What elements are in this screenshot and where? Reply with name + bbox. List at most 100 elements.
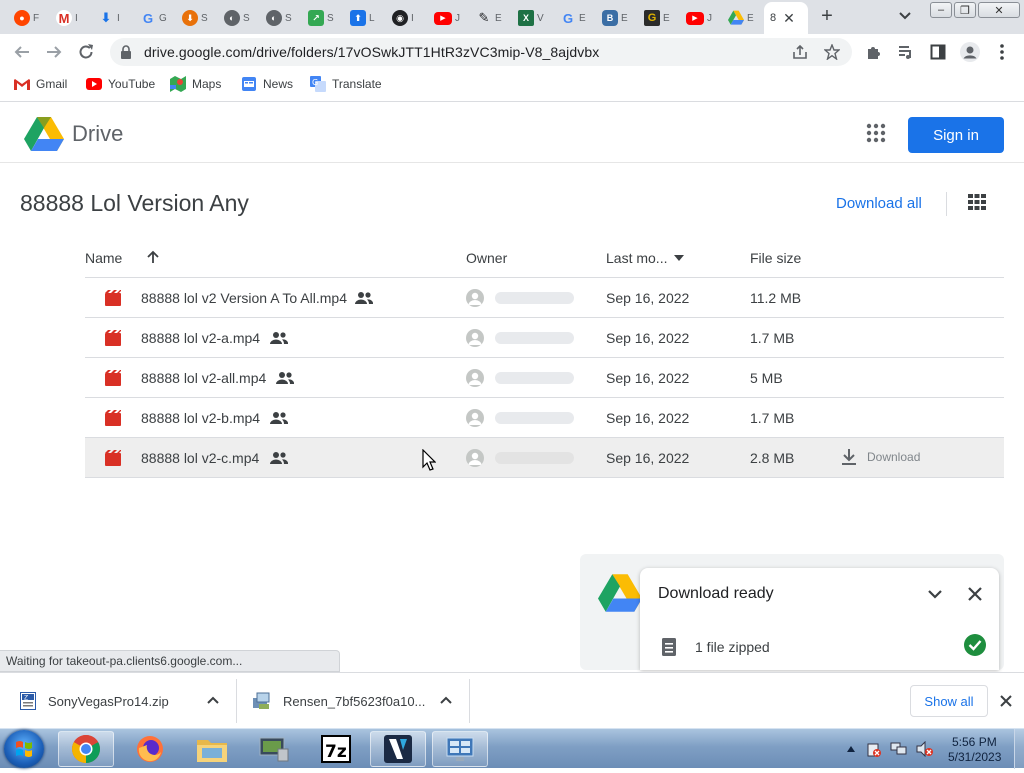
bookmark-youtube[interactable]: YouTube [86,76,155,92]
browser-tab[interactable]: GG [134,4,176,32]
kebab-menu-icon [1000,44,1004,60]
share-green-icon: ↗ [308,10,324,26]
owner-avatar [466,409,484,427]
back-button[interactable] [10,40,34,64]
table-row[interactable]: 88888 lol v2 Version A To All.mp4 Sep 16… [85,278,1004,318]
chevron-up-icon[interactable] [207,695,219,707]
url-text: drive.google.com/drive/folders/17vOSwkJT… [144,44,600,60]
browser-tab[interactable]: GE [638,4,680,32]
file-date: Sep 16, 2022 [606,370,690,386]
browser-tab[interactable]: ◐ S [218,4,260,32]
taskbar-explorer[interactable] [184,731,240,767]
reload-button[interactable] [74,40,98,64]
browser-tab[interactable]: MI [50,4,92,32]
taskbar-firefox[interactable] [122,731,178,767]
taskbar-app-monitor[interactable] [246,731,302,767]
windows-logo-icon [16,741,32,757]
address-bar[interactable]: drive.google.com/drive/folders/17vOSwkJT… [110,38,852,66]
caret-down-icon[interactable] [674,255,684,261]
browser-tab[interactable]: ⬇ I [92,4,134,32]
taskbar-chrome[interactable] [58,731,114,767]
sign-in-button[interactable]: Sign in [908,117,1004,153]
gmail-icon [14,79,30,90]
table-row[interactable]: 88888 lol v2-all.mp4 Sep 16, 2022 5 MB [85,358,1004,398]
restore-button[interactable]: ❐ [954,2,976,18]
chevron-down-icon[interactable] [926,585,944,603]
file-date: Sep 16, 2022 [606,410,690,426]
column-owner[interactable]: Owner [466,250,507,266]
bookmark-news[interactable]: News [241,76,293,92]
close-tab-icon[interactable]: ✕ [783,10,795,27]
globe-icon: ◐ [224,10,240,26]
volume-muted-icon[interactable] [916,741,934,757]
browser-tab[interactable]: ⬆ L [344,4,386,32]
browser-toolbar: drive.google.com/drive/folders/17vOSwkJT… [0,34,1024,70]
divider [469,679,470,723]
column-name[interactable]: Name [85,250,122,266]
extensions-button[interactable] [864,42,884,62]
bookmark-gmail[interactable]: Gmail [14,76,67,92]
browser-tab[interactable]: BE [596,4,638,32]
youtube-icon: ▶ [434,11,452,25]
minimize-button[interactable]: – [930,2,952,18]
close-icon[interactable] [998,693,1014,709]
close-icon[interactable] [966,585,984,603]
browser-tab[interactable]: XV [512,4,554,32]
taskbar-vegas[interactable] [370,731,426,767]
sort-ascending-icon[interactable] [146,250,160,264]
browser-tab[interactable]: ◐ S [260,4,302,32]
browser-tab[interactable]: ▶ J [680,4,722,32]
network-icon[interactable] [890,741,908,757]
browser-tab[interactable]: ↗ S [302,4,344,32]
system-tray: 5:56 PM 5/31/2023 [836,729,1024,769]
media-controls-button[interactable] [896,42,916,62]
table-row[interactable]: 88888 lol v2-b.mp4 Sep 16, 2022 1.7 MB [85,398,1004,438]
side-panel-icon [930,44,946,60]
browser-tab[interactable]: ● F [8,4,50,32]
tab-search-icon[interactable] [896,6,914,24]
browser-tab[interactable]: ▶ J [428,4,470,32]
taskbar-control-panel[interactable] [432,731,488,767]
table-row[interactable]: 88888 lol v2-a.mp4 Sep 16, 2022 1.7 MB [85,318,1004,358]
taskbar-7zip[interactable]: 7z [308,731,364,767]
file-name: 88888 lol v2-a.mp4 [141,330,261,346]
bookmark-maps[interactable]: Maps [170,76,221,92]
drive-title[interactable]: Drive [72,121,123,147]
browser-tab[interactable]: ◉ I [386,4,428,32]
shared-people-icon [355,292,373,304]
bookmark-translate[interactable]: G Translate [310,76,382,92]
profile-button[interactable] [960,42,980,62]
bookmark-star-icon[interactable] [824,44,840,60]
chevron-up-icon[interactable] [440,695,452,707]
row-download-button[interactable]: Download [841,448,920,466]
clock-time[interactable]: 5:56 PM [952,735,997,749]
start-button[interactable] [4,730,44,768]
browser-tab[interactable]: E [722,4,764,32]
google-apps-icon[interactable] [866,123,886,143]
browser-tab[interactable]: ⬇ S [176,4,218,32]
column-last-modified[interactable]: Last mo... [606,250,667,266]
show-hidden-icons-icon[interactable] [846,745,856,753]
browser-tab[interactable]: ✎ E [470,4,512,32]
grid-view-icon[interactable] [968,194,986,210]
new-tab-button[interactable]: + [816,5,838,27]
download-item[interactable]: Z SonyVegasPro14.zip [20,673,236,729]
forward-arrow-icon [47,46,62,58]
show-all-downloads-button[interactable]: Show all [910,685,988,717]
browser-tab[interactable]: GE [554,4,596,32]
download-all-button[interactable]: Download all [836,195,922,212]
google-icon: G [142,10,154,26]
forward-button[interactable] [42,40,66,64]
show-desktop-button[interactable] [1014,729,1024,769]
action-center-icon[interactable] [866,742,882,758]
browser-tab-active[interactable]: 8 ✕ [764,2,808,34]
side-panel-button[interactable] [928,42,948,62]
clock-date[interactable]: 5/31/2023 [948,750,1001,764]
chrome-menu-button[interactable] [992,42,1012,62]
column-file-size[interactable]: File size [750,250,801,266]
close-window-button[interactable]: ✕ [978,2,1020,18]
table-row[interactable]: 88888 lol v2-c.mp4 Sep 16, 2022 2.8 MB D… [85,438,1004,478]
download-item[interactable]: Rensen_7bf5623f0a10... [253,673,469,729]
drive-logo-icon[interactable] [24,117,64,151]
share-icon[interactable] [792,44,808,60]
